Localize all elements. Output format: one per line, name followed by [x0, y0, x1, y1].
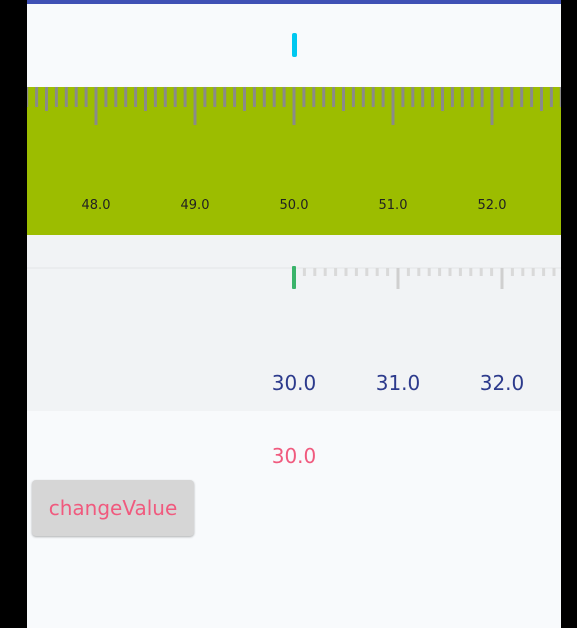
- ruler-top-indicator: [292, 33, 297, 57]
- ruler-top-label: 49.0: [180, 198, 210, 213]
- current-value-text: 30.0: [271, 444, 317, 468]
- ruler-top-label: 50.0: [279, 198, 309, 213]
- ruler-top-label: 48.0: [81, 198, 111, 213]
- top-accent-bar: [27, 0, 561, 4]
- change-value-button[interactable]: changeValue: [32, 480, 194, 536]
- ruler-top-label: 52.0: [477, 198, 507, 213]
- ruler-bottom-label: 31.0: [375, 371, 421, 395]
- ruler-top[interactable]: 48.0 49.0 50.0 51.0 52.0: [27, 87, 561, 235]
- change-value-button-label: changeValue: [48, 496, 178, 520]
- ruler-bottom-label: 32.0: [479, 371, 525, 395]
- ruler-top-label: 51.0: [378, 198, 408, 213]
- ruler-bottom-label: 30.0: [271, 371, 317, 395]
- app-screen: 48.0 49.0 50.0 51.0 52.0 30.0 31.0 32.0 …: [27, 0, 561, 628]
- ruler-bottom[interactable]: 30.0 31.0 32.0: [27, 235, 561, 411]
- ruler-bottom-indicator: [292, 266, 296, 289]
